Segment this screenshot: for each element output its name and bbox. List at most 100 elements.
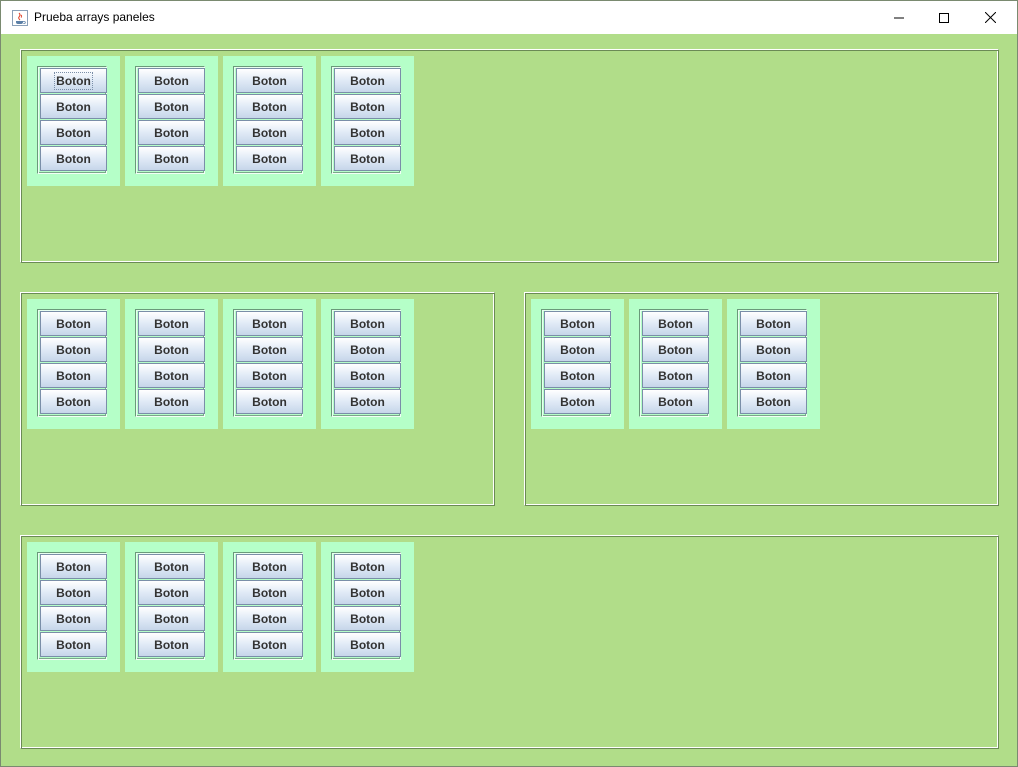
boton-button[interactable]: Boton bbox=[236, 120, 303, 145]
boton-button[interactable]: Boton bbox=[740, 363, 807, 388]
boton-button[interactable]: Boton bbox=[138, 120, 205, 145]
minimize-button[interactable] bbox=[876, 1, 922, 34]
boton-button[interactable]: Boton bbox=[334, 94, 401, 119]
window-title: Prueba arrays paneles bbox=[34, 10, 155, 24]
title-bar[interactable]: Prueba arrays paneles bbox=[1, 1, 1017, 34]
boton-button[interactable]: Boton bbox=[642, 311, 709, 336]
boton-label: Boton bbox=[350, 342, 385, 357]
boton-button[interactable]: Boton bbox=[236, 606, 303, 631]
button-panel: Boton Boton Boton Boton bbox=[27, 542, 120, 672]
boton-button[interactable]: Boton bbox=[138, 146, 205, 171]
boton-button[interactable]: Boton bbox=[236, 337, 303, 362]
boton-label: Boton bbox=[252, 316, 287, 331]
button-panel: Boton Boton Boton Boton bbox=[321, 542, 414, 672]
boton-button[interactable]: Boton bbox=[138, 68, 205, 93]
boton-button[interactable]: Boton bbox=[642, 363, 709, 388]
boton-button[interactable]: Boton bbox=[138, 632, 205, 657]
boton-label: Boton bbox=[756, 394, 791, 409]
boton-button[interactable]: Boton bbox=[740, 389, 807, 414]
boton-label: Boton bbox=[56, 368, 91, 383]
maximize-button[interactable] bbox=[921, 1, 967, 34]
button-group: Boton Boton Boton Boton bbox=[737, 309, 807, 417]
boton-label: Boton bbox=[56, 637, 91, 652]
boton-button[interactable]: Boton bbox=[236, 363, 303, 388]
boton-label: Boton bbox=[54, 71, 93, 90]
button-group: Boton Boton Boton Boton bbox=[233, 309, 303, 417]
boton-button[interactable]: Boton bbox=[138, 363, 205, 388]
boton-button[interactable]: Boton bbox=[40, 120, 107, 145]
boton-button[interactable]: Boton bbox=[40, 146, 107, 171]
boton-button[interactable]: Boton bbox=[40, 606, 107, 631]
boton-button[interactable]: Boton bbox=[138, 580, 205, 605]
boton-button[interactable]: Boton bbox=[40, 68, 107, 93]
boton-button[interactable]: Boton bbox=[544, 337, 611, 362]
close-button[interactable] bbox=[967, 1, 1013, 34]
boton-label: Boton bbox=[252, 559, 287, 574]
button-group: Boton Boton Boton Boton bbox=[37, 66, 107, 174]
boton-button[interactable]: Boton bbox=[40, 311, 107, 336]
boton-button[interactable]: Boton bbox=[40, 554, 107, 579]
boton-label: Boton bbox=[350, 73, 385, 88]
boton-button[interactable]: Boton bbox=[138, 554, 205, 579]
boton-label: Boton bbox=[350, 559, 385, 574]
boton-button[interactable]: Boton bbox=[40, 632, 107, 657]
boton-label: Boton bbox=[154, 559, 189, 574]
boton-button[interactable]: Boton bbox=[334, 68, 401, 93]
button-panel: Boton Boton Boton Boton bbox=[321, 56, 414, 186]
boton-button[interactable]: Boton bbox=[334, 363, 401, 388]
boton-button[interactable]: Boton bbox=[40, 363, 107, 388]
button-group: Boton Boton Boton Boton bbox=[639, 309, 709, 417]
boton-button[interactable]: Boton bbox=[334, 389, 401, 414]
boton-button[interactable]: Boton bbox=[544, 363, 611, 388]
boton-button[interactable]: Boton bbox=[642, 389, 709, 414]
boton-button[interactable]: Boton bbox=[642, 337, 709, 362]
boton-button[interactable]: Boton bbox=[334, 606, 401, 631]
boton-label: Boton bbox=[56, 585, 91, 600]
boton-label: Boton bbox=[658, 394, 693, 409]
boton-button[interactable]: Boton bbox=[334, 146, 401, 171]
boton-button[interactable]: Boton bbox=[334, 337, 401, 362]
boton-button[interactable]: Boton bbox=[236, 311, 303, 336]
boton-label: Boton bbox=[252, 585, 287, 600]
boton-button[interactable]: Boton bbox=[138, 94, 205, 119]
boton-button[interactable]: Boton bbox=[740, 337, 807, 362]
boton-button[interactable]: Boton bbox=[40, 580, 107, 605]
boton-button[interactable]: Boton bbox=[544, 311, 611, 336]
boton-button[interactable]: Boton bbox=[138, 606, 205, 631]
button-panel: Boton Boton Boton Boton bbox=[727, 299, 820, 429]
maximize-icon bbox=[939, 12, 949, 23]
boton-label: Boton bbox=[56, 99, 91, 114]
boton-button[interactable]: Boton bbox=[334, 311, 401, 336]
boton-label: Boton bbox=[252, 151, 287, 166]
boton-button[interactable]: Boton bbox=[236, 68, 303, 93]
boton-button[interactable]: Boton bbox=[40, 94, 107, 119]
boton-button[interactable]: Boton bbox=[544, 389, 611, 414]
button-group: Boton Boton Boton Boton bbox=[331, 309, 401, 417]
minimize-icon bbox=[894, 17, 904, 18]
boton-button[interactable]: Boton bbox=[236, 94, 303, 119]
boton-button[interactable]: Boton bbox=[138, 389, 205, 414]
button-panel: Boton Boton Boton Boton bbox=[125, 299, 218, 429]
boton-button[interactable]: Boton bbox=[40, 389, 107, 414]
boton-button[interactable]: Boton bbox=[138, 311, 205, 336]
boton-button[interactable]: Boton bbox=[334, 554, 401, 579]
boton-button[interactable]: Boton bbox=[334, 580, 401, 605]
boton-button[interactable]: Boton bbox=[236, 580, 303, 605]
boton-button[interactable]: Boton bbox=[334, 632, 401, 657]
boton-label: Boton bbox=[154, 151, 189, 166]
boton-label: Boton bbox=[252, 611, 287, 626]
button-group: Boton Boton Boton Boton bbox=[331, 66, 401, 174]
boton-button[interactable]: Boton bbox=[236, 389, 303, 414]
boton-button[interactable]: Boton bbox=[740, 311, 807, 336]
boton-label: Boton bbox=[756, 368, 791, 383]
button-panel: Boton Boton Boton Boton bbox=[27, 56, 120, 186]
boton-button[interactable]: Boton bbox=[40, 337, 107, 362]
boton-label: Boton bbox=[350, 368, 385, 383]
boton-label: Boton bbox=[252, 637, 287, 652]
boton-button[interactable]: Boton bbox=[334, 120, 401, 145]
boton-button[interactable]: Boton bbox=[236, 632, 303, 657]
boton-button[interactable]: Boton bbox=[236, 554, 303, 579]
boton-button[interactable]: Boton bbox=[138, 337, 205, 362]
boton-button[interactable]: Boton bbox=[236, 146, 303, 171]
button-panel: Boton Boton Boton Boton bbox=[531, 299, 624, 429]
